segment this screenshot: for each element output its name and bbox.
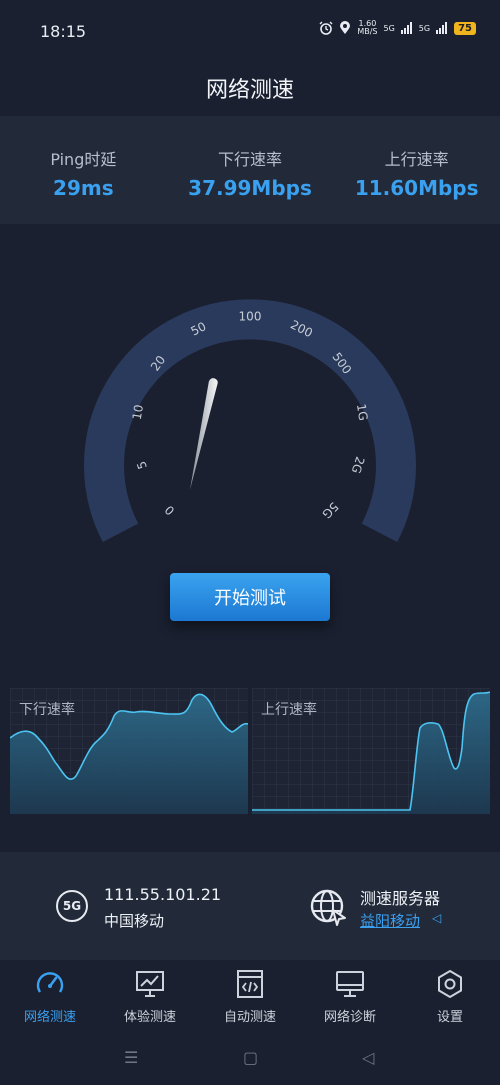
tab-label: 体验测速: [123, 1010, 176, 1025]
upload-stat: 上行速率 11.60Mbps: [333, 116, 500, 224]
carrier-name: 中国移动: [104, 912, 165, 930]
status-bar: 18:15 1.60 MB/S 5G 5G 75: [0, 0, 500, 64]
tab-label: 网络诊断: [323, 1010, 376, 1025]
download-chart: 下行速率: [10, 688, 248, 814]
gauge-tick-label: 1G: [354, 403, 370, 422]
tab-network-diagnosis[interactable]: 网络诊断: [300, 960, 400, 1040]
location-icon: [340, 21, 351, 34]
system-nav-bar: ☰ ▢ ◁: [0, 1040, 500, 1085]
gauge-tick-label: 5G: [319, 499, 341, 521]
status-time: 18:15: [40, 22, 87, 41]
start-test-button[interactable]: 开始测试: [170, 573, 330, 621]
ping-label: Ping时延: [50, 150, 117, 169]
globe-cursor-icon[interactable]: [309, 888, 349, 928]
ping-value: 29ms: [53, 176, 114, 200]
ping-stat: Ping时延 29ms: [0, 116, 167, 224]
status-icons: 1.60 MB/S 5G 5G 75: [319, 20, 476, 36]
tab-speed-test[interactable]: 网络测速: [0, 960, 100, 1040]
gauge-arc: [84, 299, 416, 542]
download-stat: 下行速率 37.99Mbps: [167, 116, 334, 224]
download-chart-label: 下行速率: [19, 702, 75, 718]
upload-value: 11.60Mbps: [354, 176, 479, 200]
5g-badge-icon: 5G: [56, 890, 88, 922]
tab-experience-test[interactable]: 体验测速: [100, 960, 200, 1040]
network-speed-indicator: 1.60 MB/S: [357, 19, 378, 36]
upload-label: 上行速率: [384, 150, 449, 169]
tab-label: 设置: [436, 1010, 463, 1025]
server-caret-icon[interactable]: ◁: [432, 911, 441, 925]
signal-bars-icon: [436, 22, 448, 34]
gauge-tick-label: 2G: [349, 455, 368, 475]
gauge-tick-label: 5: [134, 459, 150, 471]
download-label: 下行速率: [218, 150, 283, 169]
gauge-tick-label: 100: [239, 310, 262, 324]
tab-label: 网络测速: [23, 1010, 76, 1025]
download-value: 37.99Mbps: [188, 176, 312, 200]
ip-address: 111.55.101.21: [104, 885, 222, 904]
monitor-icon: [336, 971, 364, 997]
server-title: 测速服务器: [360, 889, 441, 908]
signal-2-label: 5G: [418, 23, 431, 33]
back-icon[interactable]: ◁: [362, 1048, 374, 1067]
signal-bars-icon: [400, 22, 412, 34]
gauge-tick-label: 0: [162, 503, 177, 518]
signal-1-label: 5G: [383, 23, 395, 33]
menu-icon[interactable]: ☰: [124, 1048, 138, 1067]
speed-gauge: 051020501002005001G2G5G: [84, 299, 416, 542]
gauge-needle-shape: [189, 378, 218, 491]
gauge-tick-label: 10: [130, 404, 146, 421]
alarm-icon: [319, 21, 333, 35]
speedometer-icon: [36, 972, 64, 993]
gauge-needle: [189, 378, 218, 491]
tab-settings[interactable]: 设置: [400, 960, 500, 1040]
stats-panel: Ping时延 29ms 下行速率 37.99Mbps 上行速率 11.60Mbp…: [0, 116, 500, 224]
bottom-tab-bar: 网络测速 体验测速 自动测速 网络诊断 设置: [0, 960, 500, 1040]
upload-chart: 上行速率: [252, 688, 490, 814]
home-icon[interactable]: ▢: [243, 1048, 258, 1067]
page-title: 网络测速: [205, 78, 294, 103]
tab-label: 自动测速: [223, 1010, 276, 1025]
server-name-link[interactable]: 益阳移动: [360, 910, 420, 931]
hexagon-settings-icon: [438, 969, 462, 999]
monitor-chart-icon: [136, 971, 164, 997]
battery-indicator: 75: [454, 21, 476, 35]
tab-auto-test[interactable]: 自动测速: [200, 960, 300, 1040]
upload-chart-label: 上行速率: [261, 702, 317, 718]
code-window-icon: [237, 970, 263, 998]
